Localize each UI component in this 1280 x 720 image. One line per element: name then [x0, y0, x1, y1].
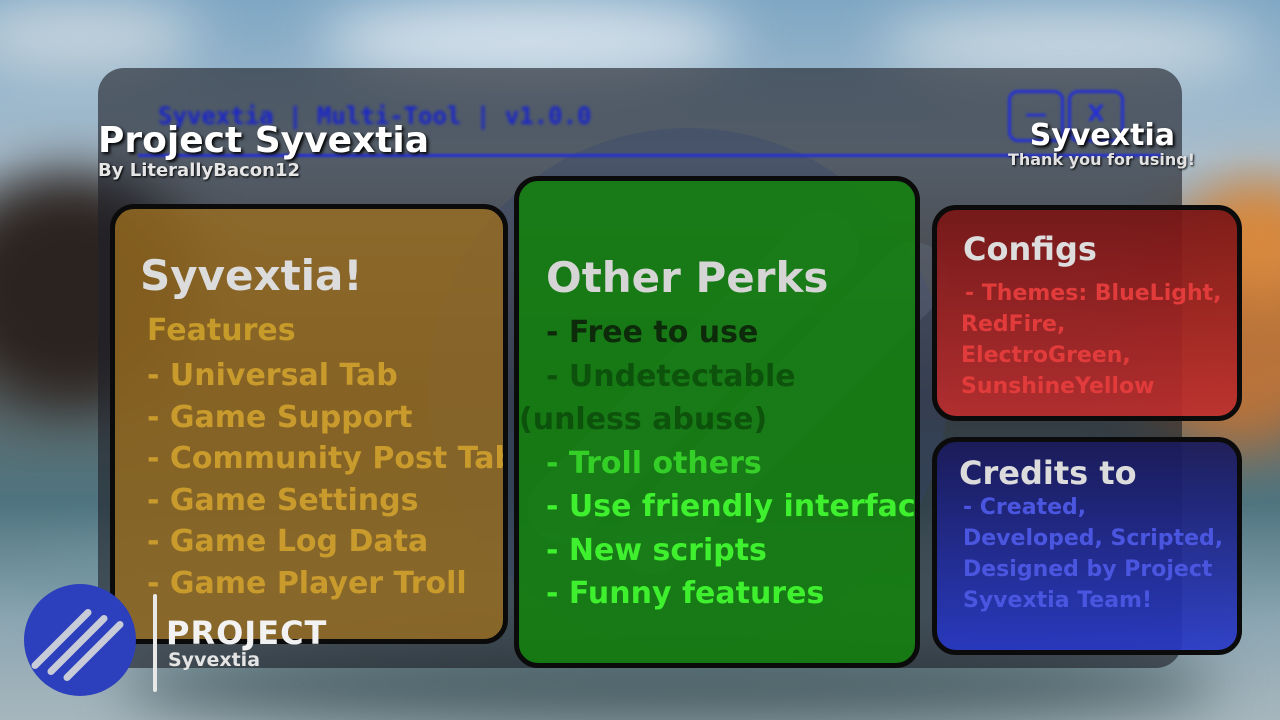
brand-title: Syvextia — [1029, 118, 1175, 153]
credits-card: Credits to - Created, Developed, Scripte… — [932, 437, 1242, 655]
list-item: - New scripts — [546, 532, 767, 568]
project-logo-icon — [24, 584, 136, 696]
perks-list: - Free to use - Undetectable (unless abu… — [519, 311, 920, 616]
page-title: Project Syvextia — [98, 120, 430, 161]
configs-card: Configs - Themes: BlueLight, RedFire, El… — [932, 205, 1242, 421]
brand-subtitle: Thank you for using! — [1007, 150, 1195, 169]
features-list: - Universal Tab - Game Support - Communi… — [147, 355, 508, 604]
list-item: - Use friendly interface — [546, 489, 920, 524]
logo-divider — [153, 594, 157, 692]
perks-card: Other Perks - Free to use - Undetectable… — [514, 176, 920, 668]
list-item: (unless abuse) — [519, 402, 768, 437]
list-item: - Troll others — [546, 445, 762, 481]
list-item: - Game Support — [147, 399, 413, 435]
features-subtitle: Features — [147, 313, 296, 348]
list-item: - Free to use — [546, 315, 759, 350]
list-item: SunshineYellow — [961, 374, 1155, 399]
list-item: RedFire, — [961, 312, 1066, 337]
features-card-title: Syvextia! — [140, 251, 363, 300]
list-item: - Themes: BlueLight, — [965, 281, 1222, 306]
list-item: - Undetectable — [546, 358, 796, 394]
logo-subtitle: Syvextia — [168, 649, 261, 671]
list-item: - Game Settings — [147, 482, 419, 518]
credits-text: - Created, Developed, Scripted, Designed… — [963, 495, 1224, 613]
logo-wordmark: PROJECT — [166, 614, 328, 652]
author-label: By LiterallyBacon12 — [98, 160, 301, 181]
list-item: - Game Log Data — [147, 524, 429, 559]
list-item: - Universal Tab — [147, 358, 398, 393]
list-item: - Community Post Tab — [147, 441, 508, 476]
perks-card-title: Other Perks — [546, 253, 829, 302]
list-item: - Game Player Troll — [147, 565, 467, 601]
list-item: ElectroGreen, — [961, 343, 1131, 368]
credits-card-title: Credits to — [959, 454, 1137, 492]
list-item: - Funny features — [546, 576, 825, 611]
features-card: Syvextia! Features - Universal Tab - Gam… — [110, 204, 508, 644]
configs-card-title: Configs — [963, 230, 1097, 268]
configs-list: - Themes: BlueLight, RedFire, ElectroGre… — [961, 278, 1222, 402]
